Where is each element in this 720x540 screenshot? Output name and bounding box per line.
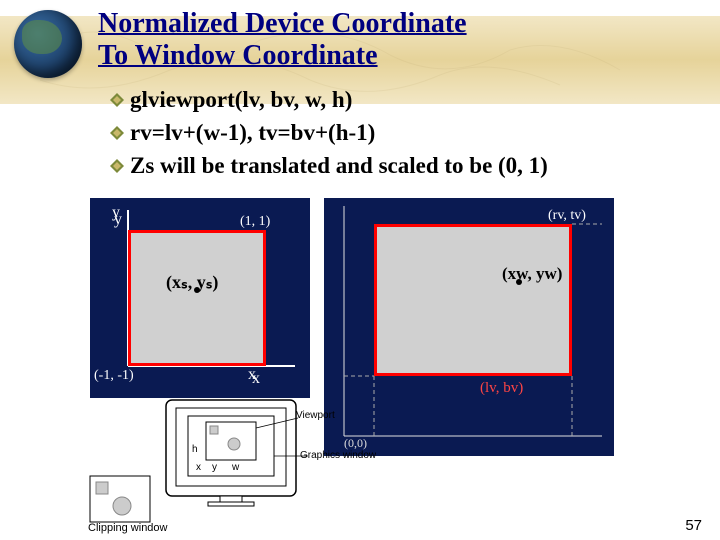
gfx-window-label: Graphics window: [300, 450, 376, 461]
title-line1: Normalized Device Coordinate: [98, 8, 467, 39]
svg-text:h: h: [192, 444, 198, 455]
slide-title: Normalized Device Coordinate To Window C…: [98, 8, 467, 72]
window-diagram: (rv, tv) (lv, bv) (xw, yw) (0,0): [324, 198, 614, 456]
corner-bl-label: (lv, bv): [480, 380, 523, 397]
y-axis-text: y: [112, 204, 120, 222]
bullet-text: rv=lv+(w-1), tv=bv+(h-1): [130, 119, 375, 148]
svg-text:y: y: [212, 462, 217, 473]
diamond-bullet-icon: [110, 126, 124, 140]
origin-label: (0,0): [344, 436, 367, 451]
monitor-diagram: h w x y Viewport Graphics window Clippin…: [88, 398, 318, 528]
page-number: 57: [685, 517, 702, 534]
svg-text:x: x: [196, 462, 201, 473]
bullet-list: glviewport(lv, bv, w, h) rv=lv+(w-1), tv…: [110, 86, 670, 184]
x-axis-text: x: [248, 366, 256, 384]
diamond-bullet-icon: [110, 93, 124, 107]
diamond-bullet-icon: [110, 159, 124, 173]
bullet-item: rv=lv+(w-1), tv=bv+(h-1): [110, 119, 670, 148]
point-label: (xₛ, yₛ): [166, 272, 218, 293]
ndc-diagram: y x (1, 1) (-1, -1) (xₛ, yₛ) y x: [90, 198, 310, 398]
point-label: (xw, yw): [502, 264, 562, 284]
svg-text:w: w: [231, 462, 240, 473]
bullet-item: Zs will be translated and scaled to be (…: [110, 152, 670, 181]
bullet-text: Zs will be translated and scaled to be (…: [130, 152, 548, 181]
corner-bl-label: (-1, -1): [94, 368, 134, 384]
clipping-window-label: Clipping window: [88, 522, 168, 534]
bullet-item: glviewport(lv, bv, w, h): [110, 86, 670, 115]
bullet-text: glviewport(lv, bv, w, h): [130, 86, 352, 115]
title-line2: To Window Coordinate: [98, 40, 378, 71]
corner-tr-label: (rv, tv): [548, 208, 586, 224]
viewport-label: Viewport: [296, 410, 335, 421]
corner-tr-label: (1, 1): [240, 214, 270, 230]
globe-icon: [14, 10, 82, 78]
